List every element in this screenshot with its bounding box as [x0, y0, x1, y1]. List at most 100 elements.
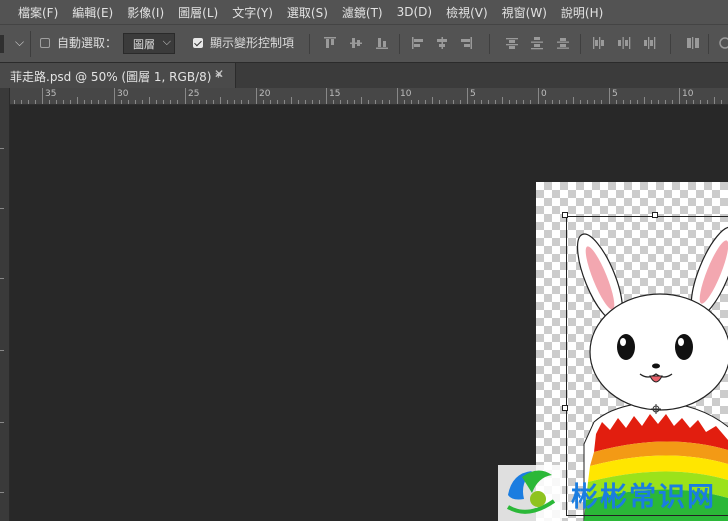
- ruler-tick: [721, 100, 723, 104]
- menu-bar: 檔案(F) 編輯(E) 影像(I) 圖層(L) 文字(Y) 選取(S) 濾鏡(T) 3D(D)…: [0, 0, 728, 24]
- divider: [489, 34, 490, 54]
- ruler-tick: [42, 88, 43, 104]
- ruler-tick: [135, 100, 137, 104]
- show-transform-controls-checkbox[interactable]: [193, 38, 203, 48]
- ruler-tick: [284, 100, 286, 104]
- menu-item[interactable]: 圖層(L): [171, 4, 225, 21]
- three-d-mode-icon[interactable]: [718, 36, 728, 50]
- align-bottom-edges-icon[interactable]: [375, 36, 389, 50]
- menu-item[interactable]: 編輯(E): [65, 4, 120, 21]
- menu-item[interactable]: 視窗(W): [495, 4, 554, 21]
- options-bar: ⌵ 自動選取： 圖層 ⌵ 顯示變形控制項: [0, 24, 728, 62]
- ruler-tick: [672, 100, 674, 104]
- align-top-edges-icon[interactable]: [323, 36, 337, 50]
- ruler-tick: [105, 100, 107, 104]
- show-transform-controls-label: 顯示變形控制項: [210, 36, 295, 50]
- ruler-tick: [340, 100, 342, 104]
- ruler-tick: [192, 100, 194, 104]
- ruler-tick: [516, 100, 518, 104]
- document-tab[interactable]: 菲走路.psd @ 50% (圖層 1, RGB/8) * ✕: [0, 63, 236, 88]
- ruler-tick: [91, 100, 93, 104]
- auto-select-checkbox[interactable]: [40, 38, 50, 48]
- ruler-tick: [559, 100, 561, 104]
- ruler-tick: [185, 88, 186, 104]
- align-right-edges-icon[interactable]: [459, 36, 473, 50]
- distribute-horizontal-centers-icon[interactable]: [617, 36, 631, 50]
- transform-handle-middle-left[interactable]: [562, 405, 568, 411]
- ruler-tick: [693, 100, 695, 104]
- ruler-tick: [375, 100, 377, 104]
- menu-item[interactable]: 說明(H): [554, 4, 610, 21]
- ruler-tick: [142, 100, 144, 104]
- chevron-down-icon: ⌵: [162, 35, 171, 48]
- auto-align-layers-icon[interactable]: [686, 36, 700, 50]
- ruler-tick: [460, 100, 462, 104]
- distribute-bottom-edges-icon[interactable]: [556, 36, 570, 50]
- watermark: 彬彬常识网: [498, 465, 728, 521]
- ruler-tick: [270, 100, 272, 104]
- menu-item[interactable]: 影像(I): [120, 4, 171, 21]
- ruler-tick: [630, 100, 632, 104]
- distribute-vertical-centers-icon[interactable]: [530, 36, 544, 50]
- ruler-tick: [333, 100, 335, 104]
- menu-item[interactable]: 3D(D): [390, 5, 439, 19]
- ruler-tick: [319, 100, 321, 104]
- ruler-tick: [77, 97, 79, 104]
- ruler-label: 0: [541, 89, 547, 99]
- ruler-tick: [637, 100, 639, 104]
- ruler-tick: [347, 100, 349, 104]
- ruler-tick: [312, 100, 314, 104]
- ruler-label: 10: [682, 89, 694, 99]
- ruler-tick: [56, 100, 58, 104]
- ruler-tick: [20, 100, 22, 104]
- ruler-tick: [439, 100, 441, 104]
- menu-item[interactable]: 選取(S): [280, 4, 335, 21]
- ruler-tick: [609, 88, 610, 104]
- menu-item[interactable]: 檔案(F): [0, 4, 65, 21]
- ruler-tick: [0, 278, 4, 279]
- menu-item[interactable]: 文字(Y): [225, 4, 280, 21]
- tool-preset-swatch: [0, 35, 4, 53]
- ruler-tick: [566, 100, 568, 104]
- divider: [670, 34, 671, 54]
- distribute-top-edges-icon[interactable]: [505, 36, 519, 50]
- ruler-tick: [523, 100, 525, 104]
- ruler-tick: [298, 100, 300, 104]
- distribute-right-edges-icon[interactable]: [643, 36, 657, 50]
- ruler-tick: [277, 100, 279, 104]
- ruler-tick: [679, 88, 680, 104]
- align-left-edges-icon[interactable]: [411, 36, 425, 50]
- document-tab-title: 菲走路.psd @ 50% (圖層 1, RGB/8) *: [10, 70, 222, 84]
- tool-preset-picker[interactable]: ⌵: [0, 31, 31, 57]
- menu-item[interactable]: 檢視(V): [439, 4, 495, 21]
- ruler-tick: [368, 100, 370, 104]
- divider: [399, 34, 400, 54]
- close-icon[interactable]: ✕: [214, 67, 224, 81]
- ruler-tick: [432, 97, 434, 104]
- transform-handle-top-left[interactable]: [562, 212, 568, 218]
- menu-item[interactable]: 濾鏡(T): [335, 4, 390, 21]
- distribute-left-edges-icon[interactable]: [591, 36, 605, 50]
- ruler-tick: [481, 100, 483, 104]
- document-tab-bar: 菲走路.psd @ 50% (圖層 1, RGB/8) * ✕: [0, 62, 728, 88]
- ruler-tick: [714, 97, 716, 104]
- auto-select-label: 自動選取：: [57, 36, 118, 50]
- ruler-tick: [84, 100, 86, 104]
- ruler-tick: [305, 100, 307, 104]
- ruler-tick: [411, 100, 413, 104]
- auto-select-target-dropdown[interactable]: 圖層 ⌵: [123, 33, 175, 54]
- auto-select-target-value: 圖層: [133, 38, 155, 51]
- align-vertical-centers-icon[interactable]: [349, 36, 363, 50]
- transform-handle-top-center[interactable]: [652, 212, 658, 218]
- ruler-tick: [616, 100, 618, 104]
- ruler-tick: [34, 100, 36, 104]
- ruler-tick: [538, 88, 539, 104]
- ruler-tick: [63, 100, 65, 104]
- ruler-tick: [623, 100, 625, 104]
- align-horizontal-centers-icon[interactable]: [435, 36, 449, 50]
- ruler-tick: [488, 100, 490, 104]
- ruler-tick: [502, 97, 504, 104]
- ruler-label: 15: [329, 89, 341, 99]
- pivot-point-icon[interactable]: [651, 404, 661, 414]
- ruler-tick: [326, 88, 327, 104]
